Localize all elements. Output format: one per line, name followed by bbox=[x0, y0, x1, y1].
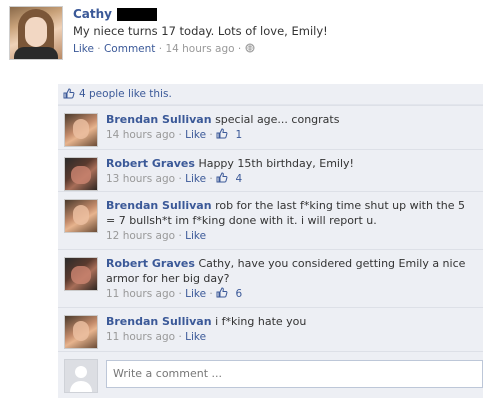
feedback-panel: 4 people like this. Brendan Sullivan spe… bbox=[58, 84, 483, 398]
comment-like-link[interactable]: Like bbox=[185, 230, 206, 242]
comment-item: Robert Graves Happy 15th birthday, Emily… bbox=[58, 149, 483, 191]
comment-timestamp[interactable]: 12 hours ago bbox=[106, 230, 175, 242]
current-user-avatar bbox=[64, 359, 98, 393]
comment-link[interactable]: Comment bbox=[104, 43, 155, 55]
comment-meta: 12 hours ago · Like bbox=[106, 230, 207, 242]
commenter-name[interactable]: Robert Graves bbox=[106, 157, 195, 170]
comment-item: Brendan Sullivan rob for the last f*king… bbox=[58, 191, 483, 249]
comment-text: special age... congrats bbox=[215, 113, 340, 126]
comment-like-link[interactable]: Like bbox=[185, 288, 206, 300]
commenter-name[interactable]: Brendan Sullivan bbox=[106, 113, 212, 126]
comment-item: Brendan Sullivan i f*king hate you 11 ho… bbox=[58, 307, 483, 351]
thumbs-up-icon[interactable] bbox=[216, 287, 235, 300]
post-text: My niece turns 17 today. Lots of love, E… bbox=[73, 24, 328, 38]
comment-item: Robert Graves Cathy, have you considered… bbox=[58, 249, 483, 307]
thumbs-up-icon[interactable] bbox=[216, 172, 235, 185]
commenter-avatar[interactable] bbox=[64, 113, 98, 147]
commenter-name[interactable]: Brendan Sullivan bbox=[106, 315, 212, 328]
post-body: Cathy My niece turns 17 today. Lots of l… bbox=[73, 7, 483, 55]
commenter-avatar[interactable] bbox=[64, 315, 98, 349]
commenter-name[interactable]: Brendan Sullivan bbox=[106, 199, 212, 212]
post-author-avatar[interactable] bbox=[9, 6, 63, 60]
redaction-bar bbox=[117, 7, 158, 21]
likes-row: 4 people like this. bbox=[58, 84, 483, 105]
globe-icon bbox=[245, 43, 255, 55]
post-meta: Like · Comment · 14 hours ago · bbox=[73, 43, 483, 55]
comment-like-link[interactable]: Like bbox=[185, 331, 206, 343]
comment-timestamp[interactable]: 14 hours ago bbox=[106, 129, 175, 141]
commenter-avatar[interactable] bbox=[64, 257, 98, 291]
comment-timestamp[interactable]: 11 hours ago bbox=[106, 331, 175, 343]
like-link[interactable]: Like bbox=[73, 43, 94, 55]
commenter-avatar[interactable] bbox=[64, 199, 98, 233]
thumbs-up-icon bbox=[63, 87, 79, 101]
comment-meta: 14 hours ago · Like · 1 bbox=[106, 128, 243, 141]
comment-meta: 11 hours ago · Like bbox=[106, 331, 207, 343]
post-timestamp[interactable]: 14 hours ago bbox=[165, 43, 234, 55]
comment-item: Brendan Sullivan special age... congrats… bbox=[58, 105, 483, 149]
comment-meta: 13 hours ago · Like · 4 bbox=[106, 172, 243, 185]
likes-count-link[interactable]: 4 people like this. bbox=[79, 88, 172, 100]
comment-like-count[interactable]: 4 bbox=[235, 173, 242, 185]
comment-timestamp[interactable]: 11 hours ago bbox=[106, 288, 175, 300]
comment-like-link[interactable]: Like bbox=[185, 129, 206, 141]
write-comment-row: Write a comment ... bbox=[58, 351, 483, 398]
comment-like-link[interactable]: Like bbox=[185, 173, 206, 185]
comment-text: i f*king hate you bbox=[215, 315, 307, 328]
commenter-name[interactable]: Robert Graves bbox=[106, 257, 195, 270]
thumbs-up-icon[interactable] bbox=[216, 128, 235, 141]
comment-input[interactable]: Write a comment ... bbox=[106, 360, 483, 388]
post-author-name[interactable]: Cathy bbox=[73, 7, 112, 21]
comment-timestamp[interactable]: 13 hours ago bbox=[106, 173, 175, 185]
comment-like-count[interactable]: 1 bbox=[235, 129, 242, 141]
commenter-avatar[interactable] bbox=[64, 157, 98, 191]
comment-text: Happy 15th birthday, Emily! bbox=[198, 157, 354, 170]
comment-like-count[interactable]: 6 bbox=[235, 288, 242, 300]
comment-meta: 11 hours ago · Like · 6 bbox=[106, 287, 243, 300]
